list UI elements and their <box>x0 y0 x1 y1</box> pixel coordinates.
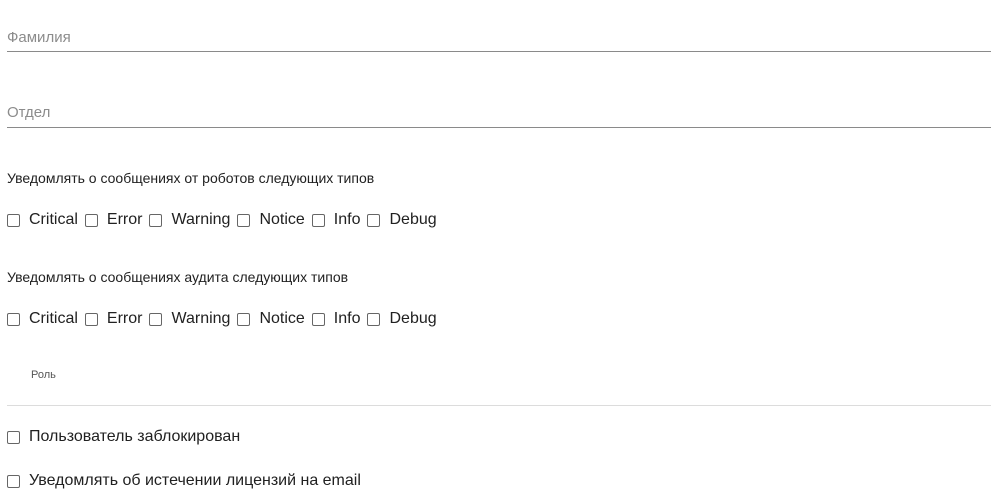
checkbox-label: Notice <box>259 310 305 327</box>
checkbox-icon <box>237 213 251 227</box>
audit-notice-checkbox[interactable]: Notice <box>237 310 305 328</box>
robot-info-checkbox[interactable]: Info <box>311 211 361 229</box>
audit-notifications-label: Уведомлять о сообщениях аудита следующих… <box>7 269 349 285</box>
checkbox-icon <box>367 312 381 326</box>
role-select-label: Роль <box>31 369 56 381</box>
checkbox-icon <box>84 312 98 326</box>
checkbox-label: Notice <box>259 211 305 228</box>
robot-notice-checkbox[interactable]: Notice <box>237 211 305 229</box>
audit-info-checkbox[interactable]: Info <box>311 310 361 328</box>
checkbox-label: Critical <box>29 211 78 228</box>
checkbox-icon <box>311 213 325 227</box>
checkbox-icon <box>84 213 98 227</box>
department-field[interactable] <box>7 101 991 128</box>
checkbox-icon <box>7 430 20 444</box>
department-input[interactable] <box>7 101 991 123</box>
license-email-row: Уведомлять об истечении лицензий на emai… <box>7 471 368 491</box>
robot-notifications-label: Уведомлять о сообщениях от роботов следу… <box>7 170 375 186</box>
checkbox-label: Info <box>333 310 361 327</box>
audit-error-checkbox[interactable]: Error <box>84 310 143 328</box>
checkbox-label: Debug <box>389 310 437 327</box>
audit-critical-checkbox[interactable]: Critical <box>7 310 78 328</box>
checkbox-icon <box>7 213 20 227</box>
checkbox-icon <box>367 213 381 227</box>
checkbox-icon <box>7 474 20 488</box>
user-blocked-checkbox[interactable]: Пользователь заблокирован <box>7 428 240 446</box>
checkbox-icon <box>7 312 20 326</box>
checkbox-label: Warning <box>171 211 231 228</box>
audit-warning-checkbox[interactable]: Warning <box>149 310 230 328</box>
checkbox-icon <box>149 312 163 326</box>
robot-error-checkbox[interactable]: Error <box>84 211 143 229</box>
checkbox-label: Уведомлять об истечении лицензий на emai… <box>29 472 361 489</box>
last-name-field[interactable] <box>7 26 991 52</box>
checkbox-icon <box>149 213 163 227</box>
audit-debug-checkbox[interactable]: Debug <box>367 310 437 328</box>
user-blocked-row: Пользователь заблокирован <box>7 427 247 447</box>
checkbox-label: Warning <box>171 310 231 327</box>
checkbox-icon <box>237 312 251 326</box>
checkbox-label: Debug <box>389 211 437 228</box>
role-select[interactable] <box>7 404 991 406</box>
robot-critical-checkbox[interactable]: Critical <box>7 211 78 229</box>
audit-notification-types: Critical Error Warning Notice Info Debug <box>7 309 444 329</box>
checkbox-label: Error <box>106 310 143 327</box>
checkbox-label: Пользователь заблокирован <box>29 428 241 445</box>
license-email-checkbox[interactable]: Уведомлять об истечении лицензий на emai… <box>7 472 361 490</box>
robot-warning-checkbox[interactable]: Warning <box>149 211 230 229</box>
checkbox-label: Error <box>106 211 143 228</box>
checkbox-label: Info <box>333 211 361 228</box>
checkbox-label: Critical <box>29 310 78 327</box>
last-name-input[interactable] <box>7 26 991 48</box>
checkbox-icon <box>311 312 325 326</box>
robot-notification-types: Critical Error Warning Notice Info Debug <box>7 210 444 230</box>
robot-debug-checkbox[interactable]: Debug <box>367 211 437 229</box>
